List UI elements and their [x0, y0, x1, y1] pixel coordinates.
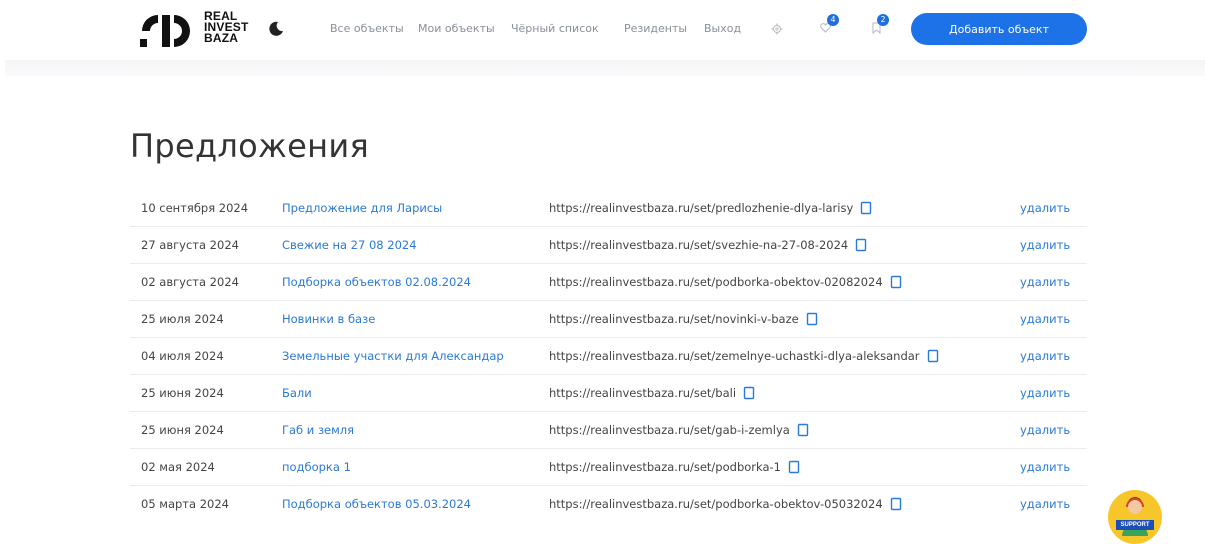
- logo-mark-icon: [140, 15, 190, 47]
- top-header: REAL INVEST BAZA Все объекты Мои объекты…: [0, 0, 1205, 60]
- offer-date: 02 августа 2024: [141, 275, 239, 289]
- offer-date: 27 августа 2024: [141, 238, 239, 252]
- offer-url-cell: https://realinvestbaza.ru/set/podborka-o…: [549, 497, 902, 511]
- offer-url: https://realinvestbaza.ru/set/gab-i-zeml…: [549, 423, 790, 437]
- offers-table: 10 сентября 2024 Предложение для Ларисы ht…: [130, 190, 1087, 523]
- offer-url: https://realinvestbaza.ru/set/podborka-1: [549, 460, 781, 474]
- offer-url: https://realinvestbaza.ru/set/podborka-o…: [549, 497, 883, 511]
- offer-name-link[interactable]: Габ и земля: [282, 423, 354, 437]
- offer-name-link[interactable]: Новинки в базе: [282, 312, 375, 326]
- logo-text: REAL INVEST BAZA: [204, 10, 249, 45]
- support-button[interactable]: SUPPORT: [1108, 490, 1162, 544]
- delete-link[interactable]: удалить: [1020, 423, 1070, 437]
- nav-all-objects[interactable]: Все объекты: [330, 22, 404, 35]
- support-label: SUPPORT: [1116, 520, 1154, 530]
- gear-icon[interactable]: [771, 23, 783, 35]
- offer-row: 10 сентября 2024 Предложение для Ларисы ht…: [130, 190, 1087, 227]
- offer-name-link[interactable]: Предложение для Ларисы: [282, 201, 442, 215]
- copy-icon[interactable]: [797, 423, 809, 437]
- offer-row: 04 июля 2024 Земельные участки для Алекса…: [130, 338, 1087, 375]
- copy-icon[interactable]: [890, 497, 902, 511]
- logo-line-3: BAZA: [204, 31, 239, 45]
- offer-row: 02 августа 2024 Подборка объектов 02.08.2…: [130, 264, 1087, 301]
- offer-row: 05 марта 2024 Подборка объектов 05.03.202…: [130, 486, 1087, 523]
- add-object-button[interactable]: Добавить объект: [911, 13, 1087, 45]
- offer-name-link[interactable]: подборка 1: [282, 460, 351, 474]
- brand-logo[interactable]: REAL INVEST BAZA: [138, 10, 258, 49]
- delete-link[interactable]: удалить: [1020, 312, 1070, 326]
- copy-icon[interactable]: [927, 349, 939, 363]
- offer-date: 25 июня 2024: [141, 423, 224, 437]
- offer-url-cell: https://realinvestbaza.ru/set/svezhie-na…: [549, 238, 867, 252]
- offer-url: https://realinvestbaza.ru/set/podborka-o…: [549, 275, 883, 289]
- nav-my-objects[interactable]: Мои объекты: [418, 22, 495, 35]
- nav-blacklist[interactable]: Чёрный список: [511, 22, 599, 35]
- delete-link[interactable]: удалить: [1020, 460, 1070, 474]
- favorites-button[interactable]: 4: [819, 14, 845, 36]
- offer-url-cell: https://realinvestbaza.ru/set/gab-i-zeml…: [549, 423, 809, 437]
- offer-name-link[interactable]: Подборка объектов 02.08.2024: [282, 275, 471, 289]
- offer-row: 25 июля 2024 Новинки в базе https://realin…: [130, 301, 1087, 338]
- offer-date: 02 мая 2024: [141, 460, 215, 474]
- offer-name-link[interactable]: Подборка объектов 05.03.2024: [282, 497, 471, 511]
- offer-url: https://realinvestbaza.ru/set/bali: [549, 386, 737, 400]
- offer-row: 27 августа 2024 Свежие на 27 08 2024 https…: [130, 227, 1087, 264]
- delete-link[interactable]: удалить: [1020, 238, 1070, 252]
- copy-icon[interactable]: [890, 275, 902, 289]
- offer-row: 02 мая 2024 подборка 1 https://realinvestb…: [130, 449, 1087, 486]
- delete-link[interactable]: удалить: [1020, 386, 1070, 400]
- offer-name-link[interactable]: Свежие на 27 08 2024: [282, 238, 417, 252]
- bookmarks-count-badge: 2: [877, 14, 889, 26]
- copy-icon[interactable]: [743, 386, 755, 400]
- offer-url-cell: https://realinvestbaza.ru/set/novinki-v-…: [549, 312, 818, 326]
- offer-date: 04 июля 2024: [141, 349, 224, 363]
- copy-icon[interactable]: [855, 238, 867, 252]
- moon-icon[interactable]: [268, 21, 284, 37]
- offer-date: 10 сентября 2024: [141, 201, 249, 215]
- offer-date: 05 марта 2024: [141, 497, 229, 511]
- offer-url: https://realinvestbaza.ru/set/novinki-v-…: [549, 312, 799, 326]
- favorites-count-badge: 4: [827, 14, 839, 26]
- offer-row: 25 июня 2024 Бали https://realinvestbaza.r…: [130, 375, 1087, 412]
- copy-icon[interactable]: [788, 460, 800, 474]
- offer-name-link[interactable]: Бали: [282, 386, 312, 400]
- offer-url-cell: https://realinvestbaza.ru/set/podborka-o…: [549, 275, 902, 289]
- delete-link[interactable]: удалить: [1020, 275, 1070, 289]
- nav-logout[interactable]: Выход: [704, 22, 741, 35]
- offer-url-cell: https://realinvestbaza.ru/set/predlozhen…: [549, 201, 872, 215]
- copy-icon[interactable]: [806, 312, 818, 326]
- offer-row: 25 июня 2024 Габ и земля https://realinves…: [130, 412, 1087, 449]
- copy-icon[interactable]: [860, 201, 872, 215]
- offer-date: 25 июня 2024: [141, 386, 224, 400]
- delete-link[interactable]: удалить: [1020, 497, 1070, 511]
- offer-url: https://realinvestbaza.ru/set/svezhie-na…: [549, 238, 849, 252]
- offer-url: https://realinvestbaza.ru/set/zemelnye-u…: [549, 349, 920, 363]
- delete-link[interactable]: удалить: [1020, 201, 1070, 215]
- page-title: Предложения: [130, 127, 370, 165]
- offer-url-cell: https://realinvestbaza.ru/set/podborka-1: [549, 460, 800, 474]
- offer-date: 25 июля 2024: [141, 312, 224, 326]
- offer-name-link[interactable]: Земельные участки для Александар: [282, 349, 504, 363]
- nav-residents[interactable]: Резиденты: [624, 22, 687, 35]
- delete-link[interactable]: удалить: [1020, 349, 1070, 363]
- header-shadow: [5, 60, 1205, 76]
- bookmarks-button[interactable]: 2: [871, 14, 897, 36]
- offer-url: https://realinvestbaza.ru/set/predlozhen…: [549, 201, 854, 215]
- offer-url-cell: https://realinvestbaza.ru/set/zemelnye-u…: [549, 349, 939, 363]
- offer-url-cell: https://realinvestbaza.ru/set/bali: [549, 386, 755, 400]
- support-avatar-icon: [1122, 497, 1148, 536]
